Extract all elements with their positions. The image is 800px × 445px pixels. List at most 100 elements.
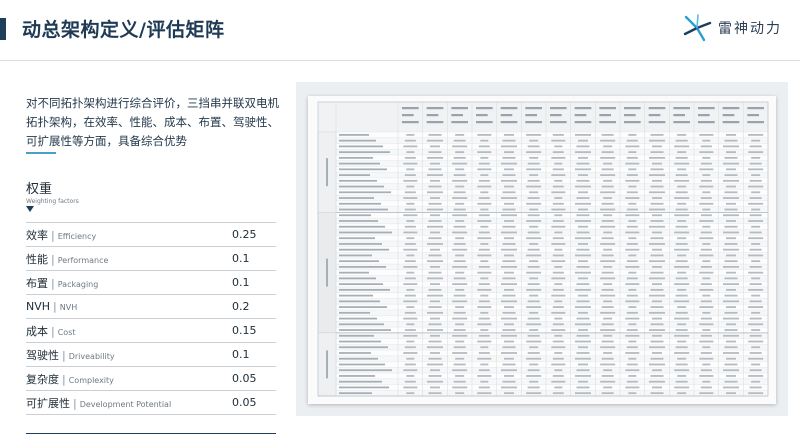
matrix-grid-mark [575, 185, 591, 188]
matrix-grid-mark [455, 392, 465, 395]
matrix-grid-mark [575, 288, 591, 291]
matrix-grid-mark [751, 277, 761, 280]
matrix-grid-mark [723, 283, 739, 286]
matrix-grid-mark [625, 300, 640, 303]
matrix-grid-mark [403, 231, 418, 234]
matrix-grid-mark [339, 260, 379, 263]
matrix-grid-mark [480, 294, 489, 297]
matrix-grid-mark [726, 254, 736, 257]
matrix-grid-mark [500, 107, 518, 110]
matrix-grid-mark [529, 156, 539, 159]
matrix-grid-mark [406, 375, 415, 377]
matrix-grid-mark [427, 346, 443, 349]
weight-label-en: Development Potential [79, 399, 172, 409]
matrix-grid-mark [526, 306, 542, 308]
matrix-grid-mark [527, 317, 540, 320]
matrix-grid-mark [650, 306, 664, 308]
matrix-grid-mark [478, 317, 490, 320]
caret-down-icon [26, 206, 34, 212]
matrix-grid-mark [723, 317, 739, 320]
matrix-grid-mark [600, 208, 616, 211]
matrix-grid-mark [452, 283, 468, 286]
matrix-grid-mark [326, 158, 328, 187]
matrix-grid-mark [430, 197, 440, 199]
matrix-grid-mark [455, 237, 465, 240]
matrix-grid-mark [451, 107, 468, 110]
matrix-grid-mark [478, 248, 490, 251]
weight-label-cn: 驾驶性 [26, 348, 59, 362]
matrix-grid-mark [748, 375, 764, 377]
matrix-grid-mark [403, 300, 418, 303]
matrix-grid-mark [700, 231, 712, 234]
matrix-grid-mark [453, 363, 466, 366]
matrix-grid-mark [551, 380, 566, 383]
matrix-grid-mark [724, 191, 738, 194]
matrix-grid-mark [648, 114, 661, 117]
matrix-grid-mark [430, 369, 440, 372]
matrix-grid-mark [628, 306, 637, 308]
matrix-grid-mark [724, 174, 738, 176]
matrix-grid-mark [724, 277, 738, 280]
matrix-grid-mark [339, 266, 386, 268]
matrix-grid-mark [504, 340, 514, 343]
matrix-grid-mark [526, 375, 542, 377]
matrix-grid-mark [455, 288, 465, 291]
weight-label-cn: 布置 [26, 276, 48, 290]
matrix-grid-mark [652, 231, 662, 234]
matrix-grid-mark [480, 380, 489, 383]
matrix-grid-mark [502, 277, 516, 280]
matrix-grid-mark [501, 352, 517, 354]
matrix-grid-mark [723, 179, 739, 182]
matrix-grid-mark [339, 162, 380, 165]
weight-row: 复杂度 | Complexity 0.05 [26, 366, 276, 390]
matrix-grid-mark [502, 346, 516, 349]
matrix-grid-mark [552, 357, 564, 360]
matrix-grid-mark [628, 375, 637, 377]
matrix-grid-mark [526, 185, 542, 188]
matrix-grid-mark [578, 329, 588, 331]
matrix-grid-mark [501, 145, 517, 148]
matrix-grid-mark [626, 311, 638, 314]
matrix-grid-mark [452, 386, 468, 389]
matrix-grid-mark [724, 311, 738, 314]
matrix-grid-mark [339, 185, 384, 188]
label-separator: | [62, 348, 66, 362]
matrix-grid-mark [403, 145, 418, 148]
matrix-grid-mark [551, 139, 566, 142]
matrix-grid-mark [749, 369, 762, 372]
matrix-grid-mark [551, 277, 566, 280]
matrix-grid-mark [430, 214, 440, 217]
matrix-grid-mark [527, 214, 540, 217]
matrix-grid-mark [628, 151, 637, 154]
matrix-grid-mark [626, 329, 638, 331]
weights-header: 权重 Weighting factors [26, 178, 79, 205]
matrix-grid-mark [574, 121, 592, 124]
matrix-grid-mark [724, 139, 738, 142]
matrix-grid-mark [748, 357, 764, 360]
matrix-grid-mark [502, 363, 516, 366]
matrix-grid-mark [699, 306, 714, 308]
matrix-grid-mark [428, 134, 442, 136]
matrix-grid-mark [478, 231, 490, 234]
brand-name: 雷神动力 [718, 21, 782, 37]
matrix-grid-mark [575, 357, 591, 360]
matrix-grid-mark [430, 283, 440, 286]
matrix-grid-mark [477, 306, 492, 308]
matrix-grid-mark [455, 340, 465, 343]
evaluation-matrix-image [296, 82, 788, 416]
matrix-grid-mark [724, 380, 738, 383]
matrix-grid-mark [501, 214, 517, 217]
matrix-grid-mark [674, 145, 690, 148]
matrix-grid-mark [652, 197, 662, 199]
title-accent-bar [0, 18, 6, 40]
matrix-grid-mark [578, 260, 588, 263]
matrix-grid-mark [529, 329, 539, 331]
matrix-grid-mark [702, 277, 711, 280]
weight-value: 0.05 [232, 396, 257, 409]
matrix-grid-mark [652, 179, 662, 182]
matrix-grid-mark [650, 340, 664, 343]
matrix-grid-mark [603, 162, 613, 165]
matrix-grid-mark [723, 300, 739, 303]
label-separator: | [53, 300, 57, 313]
matrix-grid-mark [699, 340, 714, 343]
